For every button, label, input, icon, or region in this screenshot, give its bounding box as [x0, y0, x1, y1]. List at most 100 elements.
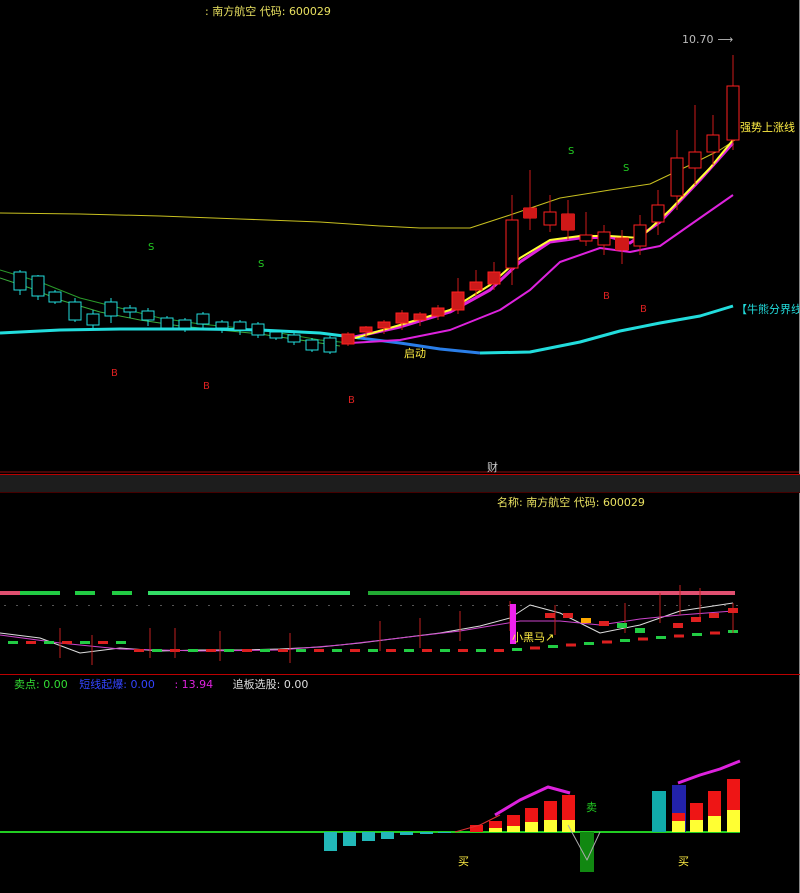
guide-dot — [52, 605, 54, 606]
indicator-legend: 卖点: 0.00 短线起爆: 0.00 : 13.94 追板选股: 0.00 — [14, 676, 308, 692]
candle-body — [196, 313, 210, 325]
buy-label: 买 — [678, 855, 689, 868]
stock-code: 600029 — [288, 5, 331, 18]
guide-dot — [28, 605, 30, 606]
signal-bar-cyan — [652, 791, 666, 832]
indicator-bar — [422, 649, 432, 652]
candle-body — [431, 307, 445, 317]
candle-body — [451, 291, 465, 311]
guide-dot — [112, 605, 114, 606]
indicator-bar — [260, 649, 270, 652]
positive-bar-yellow — [672, 821, 685, 832]
code-label: 代码: — [573, 496, 600, 509]
legend-item: : 13.94 — [174, 678, 214, 691]
guide-dot — [616, 605, 618, 606]
stock-code: 600029 — [602, 496, 645, 509]
candle-body — [13, 271, 27, 291]
indicator-panel[interactable]: 名称: 南方航空 代码: 600029 小黑马↗ — [0, 492, 800, 675]
indicator-bar — [296, 649, 306, 652]
guide-dot — [208, 605, 210, 606]
indicator-chart[interactable] — [0, 493, 800, 675]
indicator-bar — [368, 649, 378, 652]
kline-chart[interactable] — [0, 0, 800, 474]
arrow-right-icon: ⟶ — [717, 33, 734, 46]
guide-dot — [544, 605, 546, 606]
stock-name: 南方航空 — [212, 5, 257, 18]
negative-bar — [420, 832, 433, 834]
indicator-block — [617, 623, 627, 628]
guide-dot — [40, 605, 42, 606]
positive-bar-yellow — [690, 820, 703, 832]
main-chart-panel[interactable]: : 南方航空 代码: 600029 10.70 ⟶ 强势上涨线 【牛熊分界线 启动… — [0, 0, 800, 474]
indicator-bar — [116, 641, 126, 644]
candle-body — [726, 85, 740, 141]
title-prefix: : — [205, 5, 209, 18]
guide-dot — [640, 605, 642, 606]
bottom-indicator-panel[interactable]: 卖点: 0.00 短线起爆: 0.00 : 13.94 追板选股: 0.00 买… — [0, 675, 800, 893]
candle-body — [251, 323, 265, 336]
guide-dot — [592, 605, 594, 606]
positive-bar-yellow — [544, 820, 557, 832]
indicator-bar — [566, 643, 576, 647]
positive-bar-yellow — [489, 828, 502, 832]
candle-body — [341, 333, 355, 345]
signal-buy: B — [603, 291, 610, 302]
legend-item: 卖点: 0.00 — [14, 678, 68, 691]
indicator-block — [635, 628, 645, 633]
indicator-magenta-line — [0, 610, 734, 652]
indicator-bar — [530, 646, 540, 650]
indicator-bar — [350, 649, 360, 652]
negative-bar — [324, 832, 337, 851]
indicator-bar — [206, 649, 216, 652]
guide-dot — [436, 605, 438, 606]
candle-body — [233, 321, 247, 331]
guide-dot — [460, 605, 462, 606]
signal-buy: B — [111, 368, 118, 379]
guide-dot — [184, 605, 186, 606]
indicator-bar — [278, 649, 288, 652]
negative-bar — [343, 832, 356, 846]
guide-dot — [424, 605, 426, 606]
candle-body — [505, 219, 519, 269]
signal-sell: S — [623, 163, 630, 174]
signal-buy: B — [203, 381, 210, 392]
candle-body-filled — [523, 208, 537, 218]
indicator-bar — [26, 641, 36, 644]
guide-dot — [388, 605, 390, 606]
guide-dot — [364, 605, 366, 606]
negative-bar — [400, 832, 413, 835]
start-label: 启动 — [404, 347, 426, 360]
indicator-bar — [674, 634, 684, 638]
bull-bear-line-label: 【牛熊分界线 — [736, 303, 800, 316]
guide-dot — [16, 605, 18, 606]
candle-body — [651, 204, 665, 223]
legend-item: 追板选股: 0.00 — [232, 678, 309, 691]
guide-dot — [472, 605, 474, 606]
candle-body — [359, 326, 373, 333]
indicator-block — [563, 613, 573, 618]
indicator-block — [728, 608, 738, 613]
candle-body — [579, 234, 593, 242]
indicator-bar — [476, 649, 486, 652]
guide-dot — [172, 605, 174, 606]
panel-separator[interactable] — [0, 474, 800, 493]
guide-dot — [724, 605, 726, 606]
negative-bar — [438, 832, 451, 833]
guide-dot — [148, 605, 150, 606]
code-label: 代码: — [259, 5, 286, 18]
guide-dot — [448, 605, 450, 606]
guide-dot — [604, 605, 606, 606]
sell-label: 卖 — [586, 801, 597, 814]
indicator-bar — [602, 640, 612, 644]
positive-bar-yellow — [727, 810, 740, 832]
ma-yellow-line — [0, 139, 736, 229]
indicator-bar — [44, 641, 54, 644]
signal-sell: S — [258, 259, 265, 270]
bull-bear-line — [0, 327, 361, 340]
guide-dot — [136, 605, 138, 606]
status-band-segment — [460, 591, 735, 595]
negative-bar — [381, 832, 394, 839]
status-band-segment — [368, 591, 460, 595]
bull-bear-line-rising — [479, 304, 734, 355]
indicator-block — [709, 613, 719, 618]
